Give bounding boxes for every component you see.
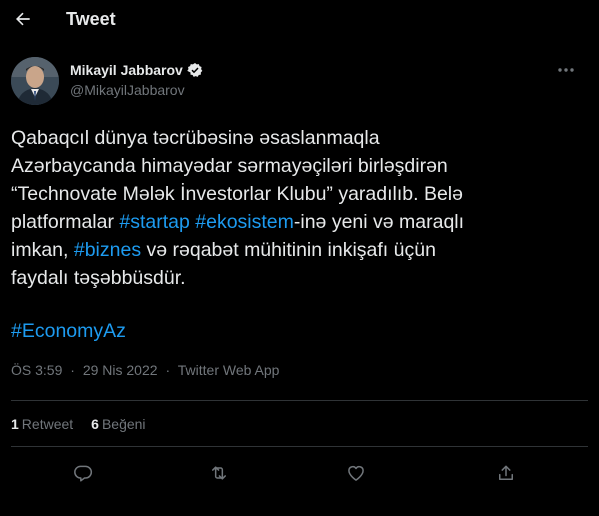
tweet-text-segment: imkan, <box>11 239 74 261</box>
tweet-page: Tweet Mikayil Jabbarov @MikayilJabbarov <box>0 0 599 516</box>
retweet-button[interactable] <box>204 458 234 488</box>
likes-count: 6 <box>91 416 99 432</box>
tweet-text-line: imkan, #biznes və rəqabət mühitinin inki… <box>11 236 591 264</box>
author-name[interactable]: Mikayil Jabbarov <box>70 62 183 78</box>
hashtag-link[interactable]: #ekosistem <box>195 211 294 233</box>
likes-stat[interactable]: 6 Beğeni <box>91 416 145 432</box>
tweet-text-segment: “Technovate Mələk İnvestorlar Klubu” yar… <box>11 183 463 205</box>
tweet-text-line: faydalı təşəbbüsdür. <box>11 264 591 292</box>
tweet-text-line: platformalar #startap #ekosistem-inə yen… <box>11 208 591 236</box>
author-handle[interactable]: @MikayilJabbarov <box>70 82 185 98</box>
tweet-text-segment: və rəqabət mühitinin inkişafı üçün <box>141 239 436 261</box>
hashtag-link[interactable]: #biznes <box>74 239 141 261</box>
more-horizontal-icon <box>557 67 575 73</box>
tweet-text-segment: Qabaqcıl dünya təcrübəsinə əsaslanmaqla <box>11 127 380 149</box>
divider <box>11 446 588 447</box>
tweet-stats: 1 Retweet 6 Beğeni <box>11 416 146 432</box>
hashtag-economyaz-link[interactable]: #EconomyAz <box>11 317 126 345</box>
tweet-meta: ÖS 3:59 · 29 Nis 2022 · Twitter Web App <box>11 362 279 378</box>
hashtag-link[interactable]: #startap <box>119 211 189 233</box>
tweet-text-segment: faydalı təşəbbüsdür. <box>11 267 186 289</box>
back-button[interactable] <box>8 4 38 34</box>
meta-separator: · <box>70 362 75 378</box>
tweet-date[interactable]: 29 Nis 2022 <box>83 362 158 378</box>
tweet-text-segment: platformalar <box>11 211 120 233</box>
author-name-row[interactable]: Mikayil Jabbarov <box>70 62 203 78</box>
reply-button[interactable] <box>68 458 98 488</box>
tweet-actions <box>0 458 599 488</box>
share-button[interactable] <box>491 458 521 488</box>
likes-label: Beğeni <box>101 416 146 432</box>
like-button[interactable] <box>341 458 371 488</box>
tweet-source[interactable]: Twitter Web App <box>178 362 280 378</box>
tweet-time[interactable]: ÖS 3:59 <box>11 362 62 378</box>
tweet-text-segment: -inə yeni və maraqlı <box>293 211 465 233</box>
retweet-icon <box>208 463 230 483</box>
retweets-stat[interactable]: 1 Retweet <box>11 416 73 432</box>
retweets-label: Retweet <box>21 416 74 432</box>
meta-separator: · <box>165 362 171 378</box>
tweet-text-line: “Technovate Mələk İnvestorlar Klubu” yar… <box>11 180 591 208</box>
avatar[interactable] <box>11 57 59 105</box>
verified-badge-icon <box>187 62 203 78</box>
heart-icon <box>346 463 366 483</box>
share-icon <box>496 463 516 483</box>
more-options-button[interactable] <box>552 58 580 82</box>
tweet-text: Qabaqcıl dünya təcrübəsinə əsaslanmaqla A… <box>11 124 591 292</box>
page-title: Tweet <box>66 9 116 29</box>
tweet-text-line: Azərbaycanda himayədar sərmayəçiləri bir… <box>11 152 591 180</box>
tweet-text-line: Qabaqcıl dünya təcrübəsinə əsaslanmaqla <box>11 124 591 152</box>
retweets-count: 1 <box>11 416 19 432</box>
page-header: Tweet <box>0 0 599 40</box>
tweet-text-segment: Azərbaycanda himayədar sərmayəçiləri bir… <box>11 155 448 177</box>
arrow-left-icon <box>13 9 33 29</box>
divider <box>11 400 588 401</box>
reply-icon <box>73 463 93 483</box>
